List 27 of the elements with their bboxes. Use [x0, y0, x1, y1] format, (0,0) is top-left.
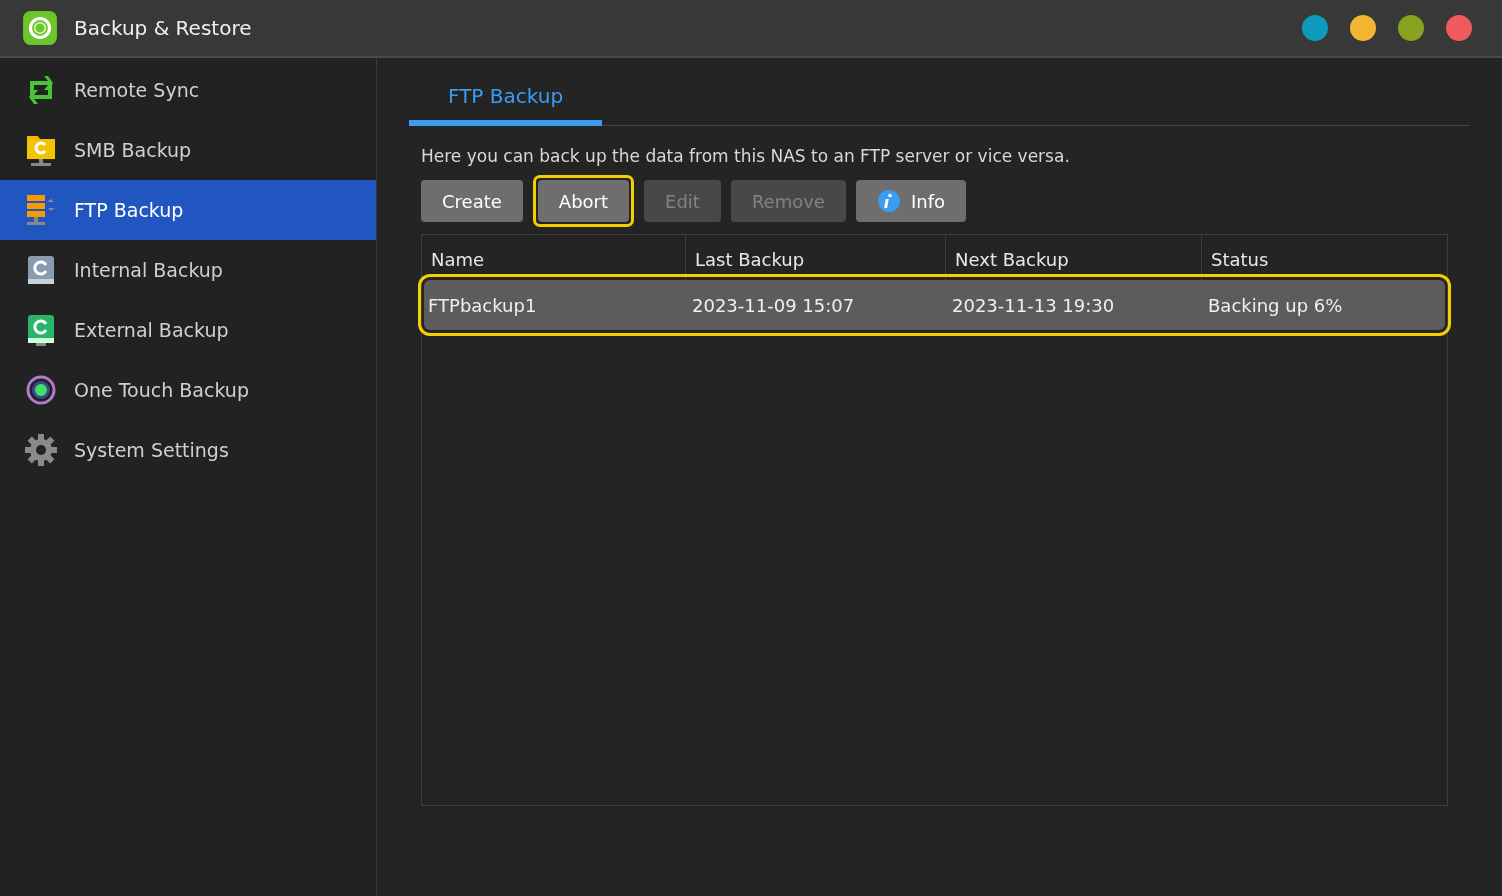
sidebar-item[interactable]: Internal Backup	[0, 240, 376, 300]
folder-icon	[24, 133, 58, 167]
sidebar-item[interactable]: Remote Sync	[0, 60, 376, 120]
table-cell-text: 2023-11-09 15:07	[691, 294, 856, 316]
toolbar-button[interactable]: Info	[855, 180, 966, 222]
table-cell-text: 2023-11-13 19:30	[951, 294, 1116, 316]
sidebar-item[interactable]: External Backup	[0, 300, 376, 360]
target-icon	[24, 373, 58, 407]
toolbar-button[interactable]: Abort	[537, 180, 630, 222]
sidebar-item[interactable]: One Touch Backup	[0, 360, 376, 420]
column-header[interactable]: Status	[1202, 235, 1447, 280]
window-control[interactable]	[1302, 15, 1328, 41]
sidebar-item[interactable]: FTP Backup	[0, 180, 376, 240]
table-cell-text: FTPbackup1	[427, 294, 538, 316]
sidebar-item[interactable]: SMB Backup	[0, 120, 376, 180]
window-control[interactable]	[1350, 15, 1376, 41]
toolbar-button[interactable]: Create	[421, 180, 523, 222]
window-title: Backup & Restore	[74, 16, 252, 40]
sidebar-item[interactable]: System Settings	[0, 420, 376, 480]
app-logo-icon	[22, 10, 58, 46]
settings-icon	[24, 433, 58, 467]
table-cell-text: Backing up 6%	[1207, 294, 1344, 316]
description-text: Here you can back up the data from this NAS to an FTP server or vice versa.	[421, 146, 1071, 166]
window-control[interactable]	[1446, 15, 1472, 41]
info-icon	[876, 189, 901, 213]
tab[interactable]: FTP Backup	[409, 84, 603, 126]
window-control[interactable]	[1398, 15, 1424, 41]
